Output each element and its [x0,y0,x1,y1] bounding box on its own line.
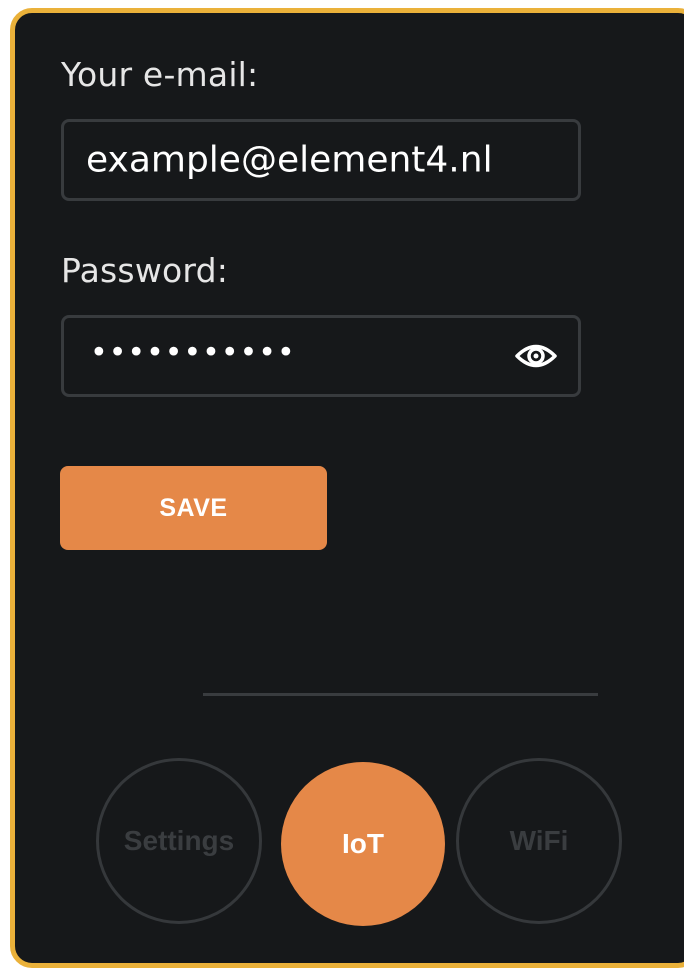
save-button[interactable]: SAVE [60,466,327,550]
email-label: Your e-mail: [61,55,259,94]
device-panel: Your e-mail: example@element4.nl Passwor… [10,8,684,968]
email-value: example@element4.nl [86,139,493,181]
eye-icon[interactable] [514,339,558,373]
password-field[interactable]: ••••••••••• [61,315,581,397]
email-field[interactable]: example@element4.nl [61,119,581,201]
password-value: ••••••••••• [90,335,296,371]
password-label: Password: [61,251,229,290]
nav-wifi-button[interactable]: WiFi [456,758,622,924]
nav-settings-button[interactable]: Settings [96,758,262,924]
divider [203,693,598,696]
nav-iot-button[interactable]: IoT [281,762,445,926]
